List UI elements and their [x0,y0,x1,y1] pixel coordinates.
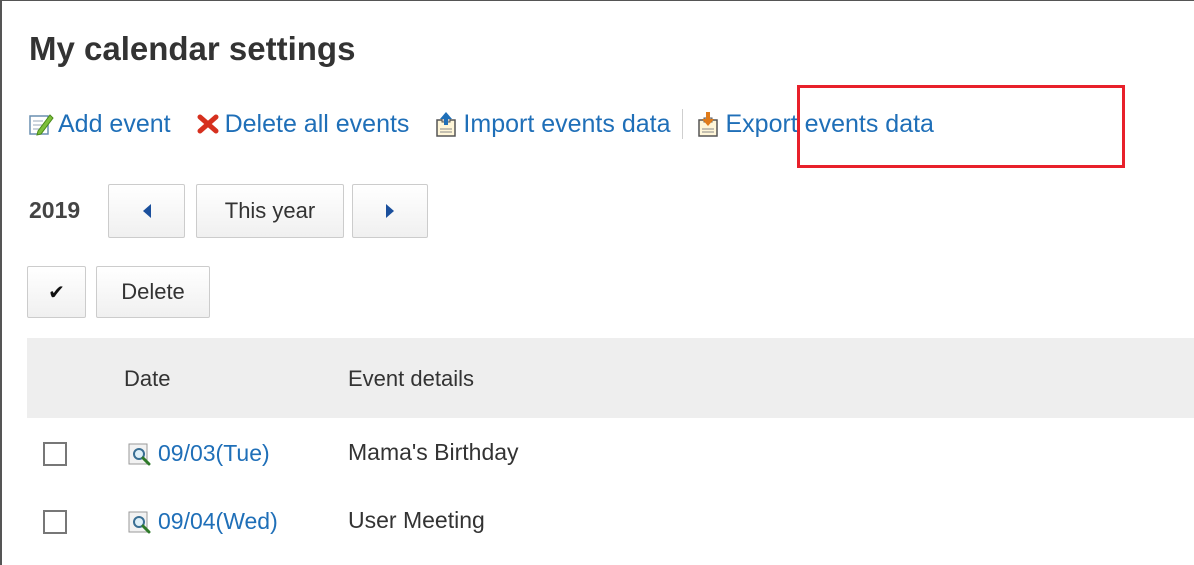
import-events-link[interactable]: Import events data [433,110,670,139]
add-event-label: Add event [58,109,171,138]
delete-button[interactable]: Delete [96,266,210,318]
event-details-text: User Meeting [348,507,485,533]
delete-x-icon [197,114,219,134]
previous-year-button[interactable] [108,184,185,238]
current-year: 2019 [29,197,81,223]
row-checkbox[interactable] [43,442,67,466]
event-details-text: Mama's Birthday [348,439,519,465]
magnifier-icon [128,443,151,465]
event-date-link[interactable]: 09/04(Wed) [128,508,278,535]
this-year-label: This year [224,198,316,223]
next-year-button[interactable] [352,184,428,238]
row-checkbox[interactable] [43,510,67,534]
table-row: 09/04(Wed) User Meeting [27,492,1194,552]
arrow-left-icon [142,204,151,218]
event-date-label: 09/04(Wed) [158,508,278,534]
table-header: Date Event details [27,338,1194,418]
export-icon [698,112,719,137]
event-date-link[interactable]: 09/03(Tue) [128,440,270,467]
delete-all-events-label: Delete all events [224,109,410,138]
magnifier-icon [128,511,151,533]
export-highlight-box [797,85,1125,168]
date-column-header: Date [124,366,171,391]
arrow-right-icon [386,204,394,218]
table-row: 09/03(Tue) Mama's Birthday [27,424,1194,484]
delete-all-events-link[interactable]: Delete all events [195,109,410,139]
import-icon [436,112,457,137]
add-event-link[interactable]: Add event [28,110,171,139]
delete-label: Delete [121,279,185,304]
add-event-icon [29,114,54,136]
check-all-button[interactable]: ✔ [27,266,86,318]
this-year-button[interactable]: This year [196,184,344,238]
toolbar-separator [682,109,684,139]
event-details-column-header: Event details [348,366,474,391]
event-date-label: 09/03(Tue) [158,440,270,466]
page-title: My calendar settings [29,30,356,67]
checkmark-icon: ✔ [48,281,65,304]
import-events-label: Import events data [463,109,671,138]
